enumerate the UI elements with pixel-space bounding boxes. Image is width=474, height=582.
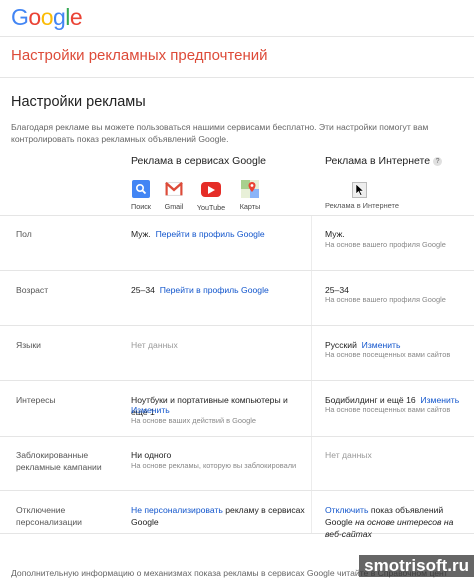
- interests-google-source: На основе ваших действий в Google: [131, 416, 256, 425]
- maps-icon: [241, 180, 259, 198]
- watermark: smotrisoft.ru: [359, 555, 474, 577]
- go-to-profile-link[interactable]: Перейти в профиль Google: [160, 285, 269, 295]
- google-logo: Google: [11, 4, 83, 30]
- row-label-interests: Интересы: [16, 395, 56, 405]
- blocked-internet-value: Нет данных: [325, 450, 372, 460]
- age-internet-source: На основе вашего профиля Google: [325, 295, 446, 304]
- row-divider: [0, 215, 474, 216]
- internet-ads-column-header: Реклама в Интернете?: [325, 155, 443, 167]
- dont-personalize-link[interactable]: Не персонализировать: [131, 505, 223, 515]
- languages-internet-source: На основе посещенных вами сайтов: [325, 350, 451, 359]
- row-divider: [0, 380, 474, 381]
- optout-internet: Отключить показ объявлений Google на осн…: [325, 505, 454, 539]
- search-icon: [132, 180, 150, 198]
- internet-ads-label: Реклама в Интернете: [325, 201, 399, 210]
- row-divider: [0, 490, 474, 491]
- youtube-icon: [201, 182, 221, 197]
- service-gmail: Gmail: [157, 180, 191, 211]
- cursor-icon: [352, 182, 367, 198]
- gender-internet-source: На основе вашего профиля Google: [325, 240, 446, 249]
- service-maps: Карты: [233, 180, 267, 211]
- title-divider: [0, 77, 474, 78]
- row-label-age: Возраст: [16, 285, 49, 295]
- row-divider: [0, 270, 474, 271]
- disable-link[interactable]: Отключить: [325, 505, 368, 515]
- age-google: 25–34 Перейти в профиль Google: [131, 285, 269, 295]
- gmail-icon: [165, 180, 183, 198]
- column-divider: [311, 215, 312, 533]
- row-divider: [0, 436, 474, 437]
- row-label-optout: Отключение персонализации: [16, 505, 82, 527]
- service-youtube: YouTube: [194, 180, 228, 212]
- optout-google: Не персонализировать рекламу в сервисах …: [131, 505, 305, 527]
- description: Благодаря рекламе вы можете пользоваться…: [11, 122, 429, 144]
- blocked-google-source: На основе рекламы, которую вы заблокиров…: [131, 461, 297, 470]
- interests-internet-source: На основе посещенных вами сайтов: [325, 405, 451, 414]
- section-title: Настройки рекламы: [11, 94, 146, 110]
- row-label-languages: Языки: [16, 340, 41, 350]
- row-divider: [0, 325, 474, 326]
- page-title: Настройки рекламных предпочтений: [11, 47, 268, 64]
- languages-google-value: Нет данных: [131, 340, 178, 350]
- header-divider: [0, 36, 474, 37]
- go-to-profile-link[interactable]: Перейти в профиль Google: [156, 229, 265, 239]
- google-ads-column-header: Реклама в сервисах Google: [131, 155, 267, 167]
- row-label-gender: Пол: [16, 229, 32, 239]
- gender-google: Муж. Перейти в профиль Google: [131, 229, 265, 239]
- row-label-blocked: Заблокированные рекламные кампании: [16, 450, 102, 472]
- help-icon[interactable]: ?: [433, 157, 443, 166]
- service-search: Поиск: [124, 180, 158, 211]
